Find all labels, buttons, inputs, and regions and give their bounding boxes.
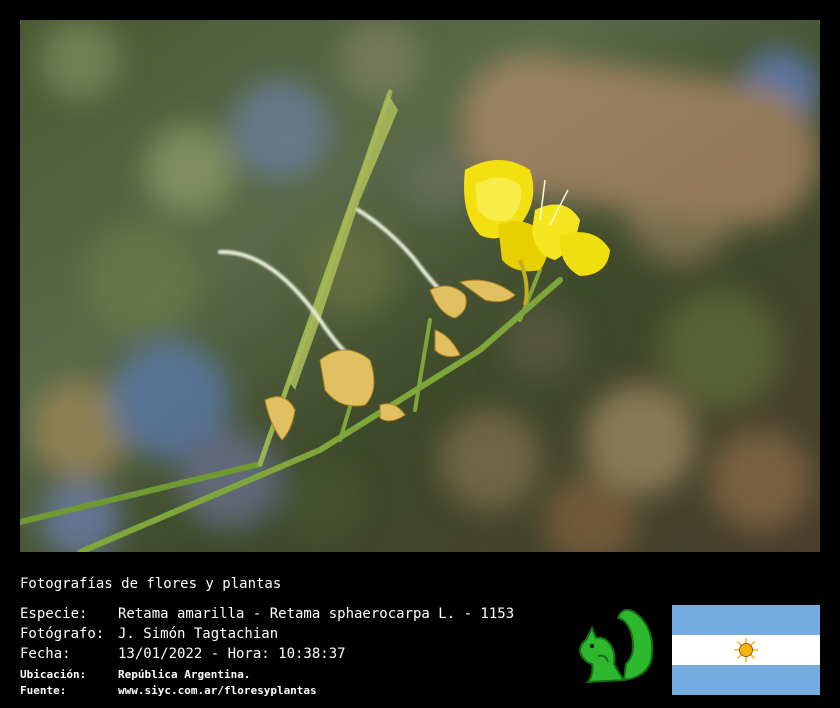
value-fecha: 13/01/2022 - Hora: 10:38:37	[118, 646, 346, 662]
label-especie: Especie:	[20, 606, 88, 622]
label-fotografo: Fotógrafo:	[20, 626, 105, 642]
squirrel-logo-icon	[578, 609, 654, 684]
label-ubicacion: Ubicación:	[20, 668, 87, 681]
value-especie: Retama amarilla - Retama sphaerocarpa L.…	[118, 606, 515, 622]
value-fuente: www.siyc.com.ar/floresyplantas	[118, 684, 317, 697]
label-fuente: Fuente:	[20, 684, 67, 697]
label-fecha: Fecha:	[20, 646, 71, 662]
value-fotografo: J. Simón Tagtachian	[118, 626, 279, 642]
argentina-flag-icon	[672, 605, 820, 695]
value-ubicacion: República Argentina.	[118, 668, 251, 681]
caption-title: Fotografías de flores y plantas	[20, 576, 282, 592]
flower-photo	[20, 20, 820, 552]
